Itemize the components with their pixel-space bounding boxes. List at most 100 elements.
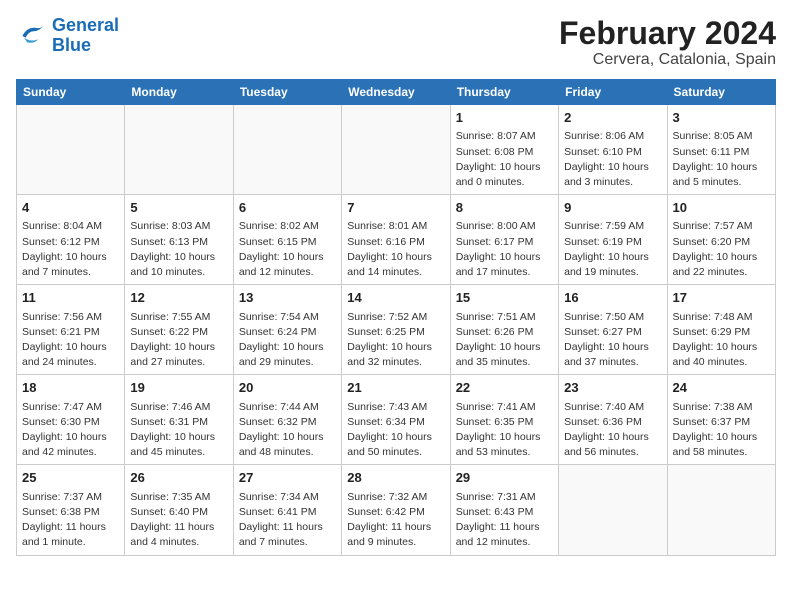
day-number: 10 (673, 199, 770, 217)
calendar-day-cell: 27 Sunrise: 7:34 AM Sunset: 6:41 PM Dayli… (233, 465, 341, 555)
calendar-day-cell: 25 Sunrise: 7:37 AM Sunset: 6:38 PM Dayli… (17, 465, 125, 555)
calendar-day-cell: 10 Sunrise: 7:57 AM Sunset: 6:20 PM Dayli… (667, 195, 775, 285)
day-info: Sunrise: 8:05 AM Sunset: 6:11 PM Dayligh… (673, 129, 770, 190)
calendar-day-cell: 17 Sunrise: 7:48 AM Sunset: 6:29 PM Dayli… (667, 285, 775, 375)
day-info: Sunrise: 7:47 AM Sunset: 6:30 PM Dayligh… (22, 400, 119, 461)
calendar-week-row: 4 Sunrise: 8:04 AM Sunset: 6:12 PM Daylig… (17, 195, 776, 285)
calendar-day-cell (667, 465, 775, 555)
day-number: 13 (239, 289, 336, 307)
calendar-day-cell: 9 Sunrise: 7:59 AM Sunset: 6:19 PM Daylig… (559, 195, 667, 285)
calendar-day-cell (342, 105, 450, 195)
day-info: Sunrise: 7:38 AM Sunset: 6:37 PM Dayligh… (673, 400, 770, 461)
calendar-day-cell: 5 Sunrise: 8:03 AM Sunset: 6:13 PM Daylig… (125, 195, 233, 285)
day-info: Sunrise: 7:50 AM Sunset: 6:27 PM Dayligh… (564, 310, 661, 371)
weekday-header: Wednesday (342, 80, 450, 105)
calendar-header-row: SundayMondayTuesdayWednesdayThursdayFrid… (17, 80, 776, 105)
weekday-header: Thursday (450, 80, 558, 105)
calendar-day-cell: 15 Sunrise: 7:51 AM Sunset: 6:26 PM Dayli… (450, 285, 558, 375)
day-info: Sunrise: 7:57 AM Sunset: 6:20 PM Dayligh… (673, 219, 770, 280)
day-number: 8 (456, 199, 553, 217)
calendar-day-cell: 18 Sunrise: 7:47 AM Sunset: 6:30 PM Dayli… (17, 375, 125, 465)
day-info: Sunrise: 7:43 AM Sunset: 6:34 PM Dayligh… (347, 400, 444, 461)
day-info: Sunrise: 7:40 AM Sunset: 6:36 PM Dayligh… (564, 400, 661, 461)
calendar-week-row: 11Sunrise: 7:56 AM Sunset: 6:21 PM Dayli… (17, 285, 776, 375)
calendar-table: SundayMondayTuesdayWednesdayThursdayFrid… (16, 79, 776, 555)
day-info: Sunrise: 7:32 AM Sunset: 6:42 PM Dayligh… (347, 490, 444, 551)
day-number: 16 (564, 289, 661, 307)
weekday-header: Sunday (17, 80, 125, 105)
calendar-day-cell: 3 Sunrise: 8:05 AM Sunset: 6:11 PM Daylig… (667, 105, 775, 195)
title-block: February 2024 Cervera, Catalonia, Spain (559, 16, 776, 69)
calendar-day-cell: 23 Sunrise: 7:40 AM Sunset: 6:36 PM Dayli… (559, 375, 667, 465)
day-number: 6 (239, 199, 336, 217)
calendar-day-cell: 14Sunrise: 7:52 AM Sunset: 6:25 PM Dayli… (342, 285, 450, 375)
calendar-day-cell (233, 105, 341, 195)
day-info: Sunrise: 8:01 AM Sunset: 6:16 PM Dayligh… (347, 219, 444, 280)
day-number: 27 (239, 469, 336, 487)
calendar-day-cell: 12Sunrise: 7:55 AM Sunset: 6:22 PM Dayli… (125, 285, 233, 375)
day-info: Sunrise: 7:56 AM Sunset: 6:21 PM Dayligh… (22, 310, 119, 371)
weekday-header: Saturday (667, 80, 775, 105)
calendar-day-cell: 4 Sunrise: 8:04 AM Sunset: 6:12 PM Daylig… (17, 195, 125, 285)
day-info: Sunrise: 7:51 AM Sunset: 6:26 PM Dayligh… (456, 310, 553, 371)
calendar-week-row: 18 Sunrise: 7:47 AM Sunset: 6:30 PM Dayli… (17, 375, 776, 465)
calendar-day-cell: 16 Sunrise: 7:50 AM Sunset: 6:27 PM Dayli… (559, 285, 667, 375)
calendar-day-cell: 13 Sunrise: 7:54 AM Sunset: 6:24 PM Dayli… (233, 285, 341, 375)
calendar-day-cell: 8 Sunrise: 8:00 AM Sunset: 6:17 PM Daylig… (450, 195, 558, 285)
calendar-day-cell: 24 Sunrise: 7:38 AM Sunset: 6:37 PM Dayli… (667, 375, 775, 465)
day-number: 24 (673, 379, 770, 397)
day-number: 5 (130, 199, 227, 217)
logo-text: GeneralBlue (52, 16, 119, 56)
day-number: 18 (22, 379, 119, 397)
day-number: 15 (456, 289, 553, 307)
day-number: 19 (130, 379, 227, 397)
day-info: Sunrise: 7:37 AM Sunset: 6:38 PM Dayligh… (22, 490, 119, 551)
day-number: 21 (347, 379, 444, 397)
weekday-header: Tuesday (233, 80, 341, 105)
page-subtitle: Cervera, Catalonia, Spain (559, 51, 776, 69)
day-number: 23 (564, 379, 661, 397)
page-header: GeneralBlue February 2024 Cervera, Catal… (16, 16, 776, 69)
day-number: 20 (239, 379, 336, 397)
day-number: 2 (564, 109, 661, 127)
calendar-day-cell: 1 Sunrise: 8:07 AM Sunset: 6:08 PM Daylig… (450, 105, 558, 195)
calendar-day-cell: 7Sunrise: 8:01 AM Sunset: 6:16 PM Daylig… (342, 195, 450, 285)
day-info: Sunrise: 8:00 AM Sunset: 6:17 PM Dayligh… (456, 219, 553, 280)
day-number: 22 (456, 379, 553, 397)
calendar-day-cell: 26Sunrise: 7:35 AM Sunset: 6:40 PM Dayli… (125, 465, 233, 555)
logo-icon (16, 20, 48, 52)
logo: GeneralBlue (16, 16, 119, 56)
day-number: 3 (673, 109, 770, 127)
calendar-day-cell: 28 Sunrise: 7:32 AM Sunset: 6:42 PM Dayli… (342, 465, 450, 555)
calendar-day-cell: 19 Sunrise: 7:46 AM Sunset: 6:31 PM Dayli… (125, 375, 233, 465)
calendar-week-row: 1 Sunrise: 8:07 AM Sunset: 6:08 PM Daylig… (17, 105, 776, 195)
day-info: Sunrise: 7:35 AM Sunset: 6:40 PM Dayligh… (130, 490, 227, 551)
day-info: Sunrise: 7:34 AM Sunset: 6:41 PM Dayligh… (239, 490, 336, 551)
day-number: 17 (673, 289, 770, 307)
day-info: Sunrise: 7:48 AM Sunset: 6:29 PM Dayligh… (673, 310, 770, 371)
day-number: 14 (347, 289, 444, 307)
calendar-day-cell: 11Sunrise: 7:56 AM Sunset: 6:21 PM Dayli… (17, 285, 125, 375)
calendar-day-cell: 20Sunrise: 7:44 AM Sunset: 6:32 PM Dayli… (233, 375, 341, 465)
calendar-day-cell (125, 105, 233, 195)
day-info: Sunrise: 7:59 AM Sunset: 6:19 PM Dayligh… (564, 219, 661, 280)
day-info: Sunrise: 7:54 AM Sunset: 6:24 PM Dayligh… (239, 310, 336, 371)
weekday-header: Friday (559, 80, 667, 105)
day-number: 28 (347, 469, 444, 487)
day-number: 9 (564, 199, 661, 217)
day-number: 1 (456, 109, 553, 127)
day-info: Sunrise: 7:46 AM Sunset: 6:31 PM Dayligh… (130, 400, 227, 461)
day-number: 4 (22, 199, 119, 217)
calendar-week-row: 25 Sunrise: 7:37 AM Sunset: 6:38 PM Dayli… (17, 465, 776, 555)
day-info: Sunrise: 8:04 AM Sunset: 6:12 PM Dayligh… (22, 219, 119, 280)
page-title: February 2024 (559, 16, 776, 51)
weekday-header: Monday (125, 80, 233, 105)
calendar-day-cell (17, 105, 125, 195)
day-info: Sunrise: 8:06 AM Sunset: 6:10 PM Dayligh… (564, 129, 661, 190)
calendar-day-cell: 6Sunrise: 8:02 AM Sunset: 6:15 PM Daylig… (233, 195, 341, 285)
day-info: Sunrise: 8:07 AM Sunset: 6:08 PM Dayligh… (456, 129, 553, 190)
day-number: 25 (22, 469, 119, 487)
calendar-day-cell: 21 Sunrise: 7:43 AM Sunset: 6:34 PM Dayli… (342, 375, 450, 465)
calendar-day-cell (559, 465, 667, 555)
day-info: Sunrise: 8:03 AM Sunset: 6:13 PM Dayligh… (130, 219, 227, 280)
